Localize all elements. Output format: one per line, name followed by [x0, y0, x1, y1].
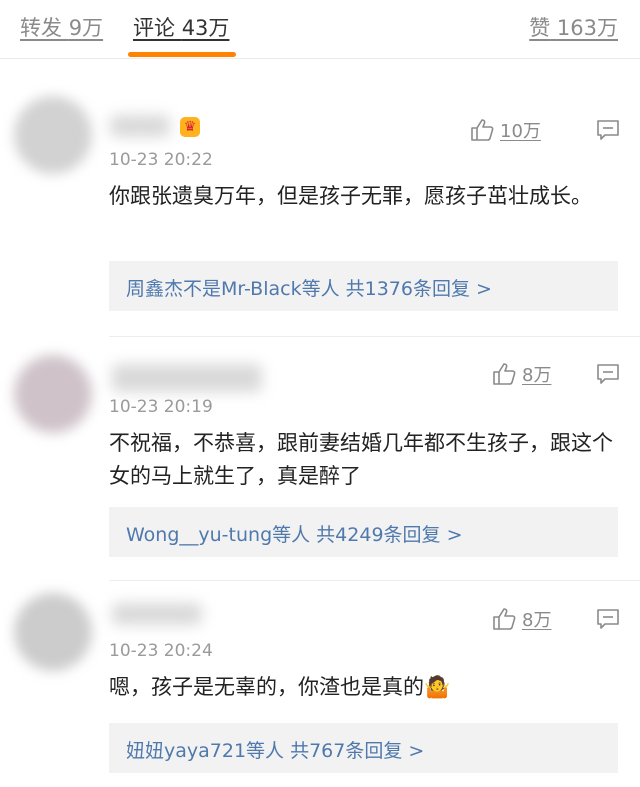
like-count: 10万 [500, 121, 541, 142]
tab-bar: 转发 9万 评论 43万 赞 163万 [0, 0, 640, 59]
comment-time: 10-23 20:19 [109, 397, 213, 417]
tab-likes[interactable]: 赞 163万 [529, 12, 618, 42]
comment-time: 10-23 20:22 [109, 150, 213, 170]
comment-bubble-icon[interactable] [596, 608, 620, 630]
comment-actions: 8万 [493, 361, 620, 387]
tab-comments[interactable]: 评论 43万 [133, 12, 229, 42]
tab-reposts-count: 9万 [68, 16, 104, 40]
comment-bubble-icon[interactable] [596, 119, 620, 141]
replies-link[interactable]: Wong__yu-tung等人 共4249条回复 > [126, 520, 463, 547]
like-count: 8万 [522, 610, 552, 631]
comment-actions: 8万 [493, 606, 620, 632]
thumbs-up-icon [493, 608, 516, 630]
replies-link[interactable]: 周鑫杰不是Mr-Black等人 共1376条回复 > [126, 274, 492, 301]
replies-preview[interactable]: 周鑫杰不是Mr-Black等人 共1376条回复 > [109, 261, 618, 311]
replies-link[interactable]: 妞妞yaya721等人 共767条回复 > [126, 736, 424, 763]
comment-text-body: 嗯，孩子是无辜的，你渣也是真的 [109, 675, 424, 699]
avatar[interactable] [14, 593, 92, 671]
thumbs-up-icon [493, 363, 516, 385]
replies-preview[interactable]: 妞妞yaya721等人 共767条回复 > [109, 723, 618, 773]
tab-likes-label: 赞 [529, 16, 551, 40]
avatar[interactable] [14, 355, 92, 433]
comment-bubble-icon[interactable] [596, 363, 620, 385]
shrug-emoji-icon: 🤷 [424, 675, 451, 699]
active-tab-indicator [128, 52, 236, 57]
comment-text: 不祝福，不恭喜，跟前妻结婚几年都不生孩子，跟这个女的马上就生了，真是醉了 [109, 431, 613, 488]
like-button[interactable]: 8万 [492, 361, 551, 387]
like-count: 8万 [522, 365, 552, 386]
comment-time: 10-23 20:24 [109, 641, 213, 661]
comment-text: 嗯，孩子是无辜的，你渣也是真的🤷 [109, 671, 619, 704]
replies-preview[interactable]: Wong__yu-tung等人 共4249条回复 > [109, 507, 618, 557]
username-blurred[interactable] [112, 364, 262, 392]
thumbs-up-icon [471, 119, 494, 141]
tab-reposts-label: 转发 [20, 16, 62, 40]
avatar[interactable] [14, 96, 92, 174]
like-button[interactable]: 8万 [492, 606, 551, 632]
vip-crown-icon: ♛ [180, 117, 200, 137]
tab-likes-count: 163万 [556, 16, 618, 40]
comment-item: 8万 10-23 20:24 嗯，孩子是无辜的，你渣也是真的🤷 妞妞yaya72… [0, 581, 640, 787]
tab-comments-label: 评论 [133, 16, 175, 40]
comment-item: 8万 10-23 20:19 不祝福，不恭喜，跟前妻结婚几年都不生孩子，跟这个女… [0, 337, 640, 579]
comment-item: ♛ 10万 10-23 20:22 你跟张遗臭万年，但是孩子无罪，愿孩子茁壮成长… [0, 60, 640, 335]
tab-comments-count: 43万 [181, 16, 230, 40]
username-blurred[interactable] [110, 115, 170, 137]
comment-text: 你跟张遗臭万年，但是孩子无罪，愿孩子茁壮成长。 [109, 184, 592, 208]
comment-actions: 10万 [471, 117, 620, 143]
tab-reposts[interactable]: 转发 9万 [20, 12, 103, 42]
username-blurred[interactable] [112, 603, 202, 625]
like-button[interactable]: 10万 [470, 117, 541, 143]
